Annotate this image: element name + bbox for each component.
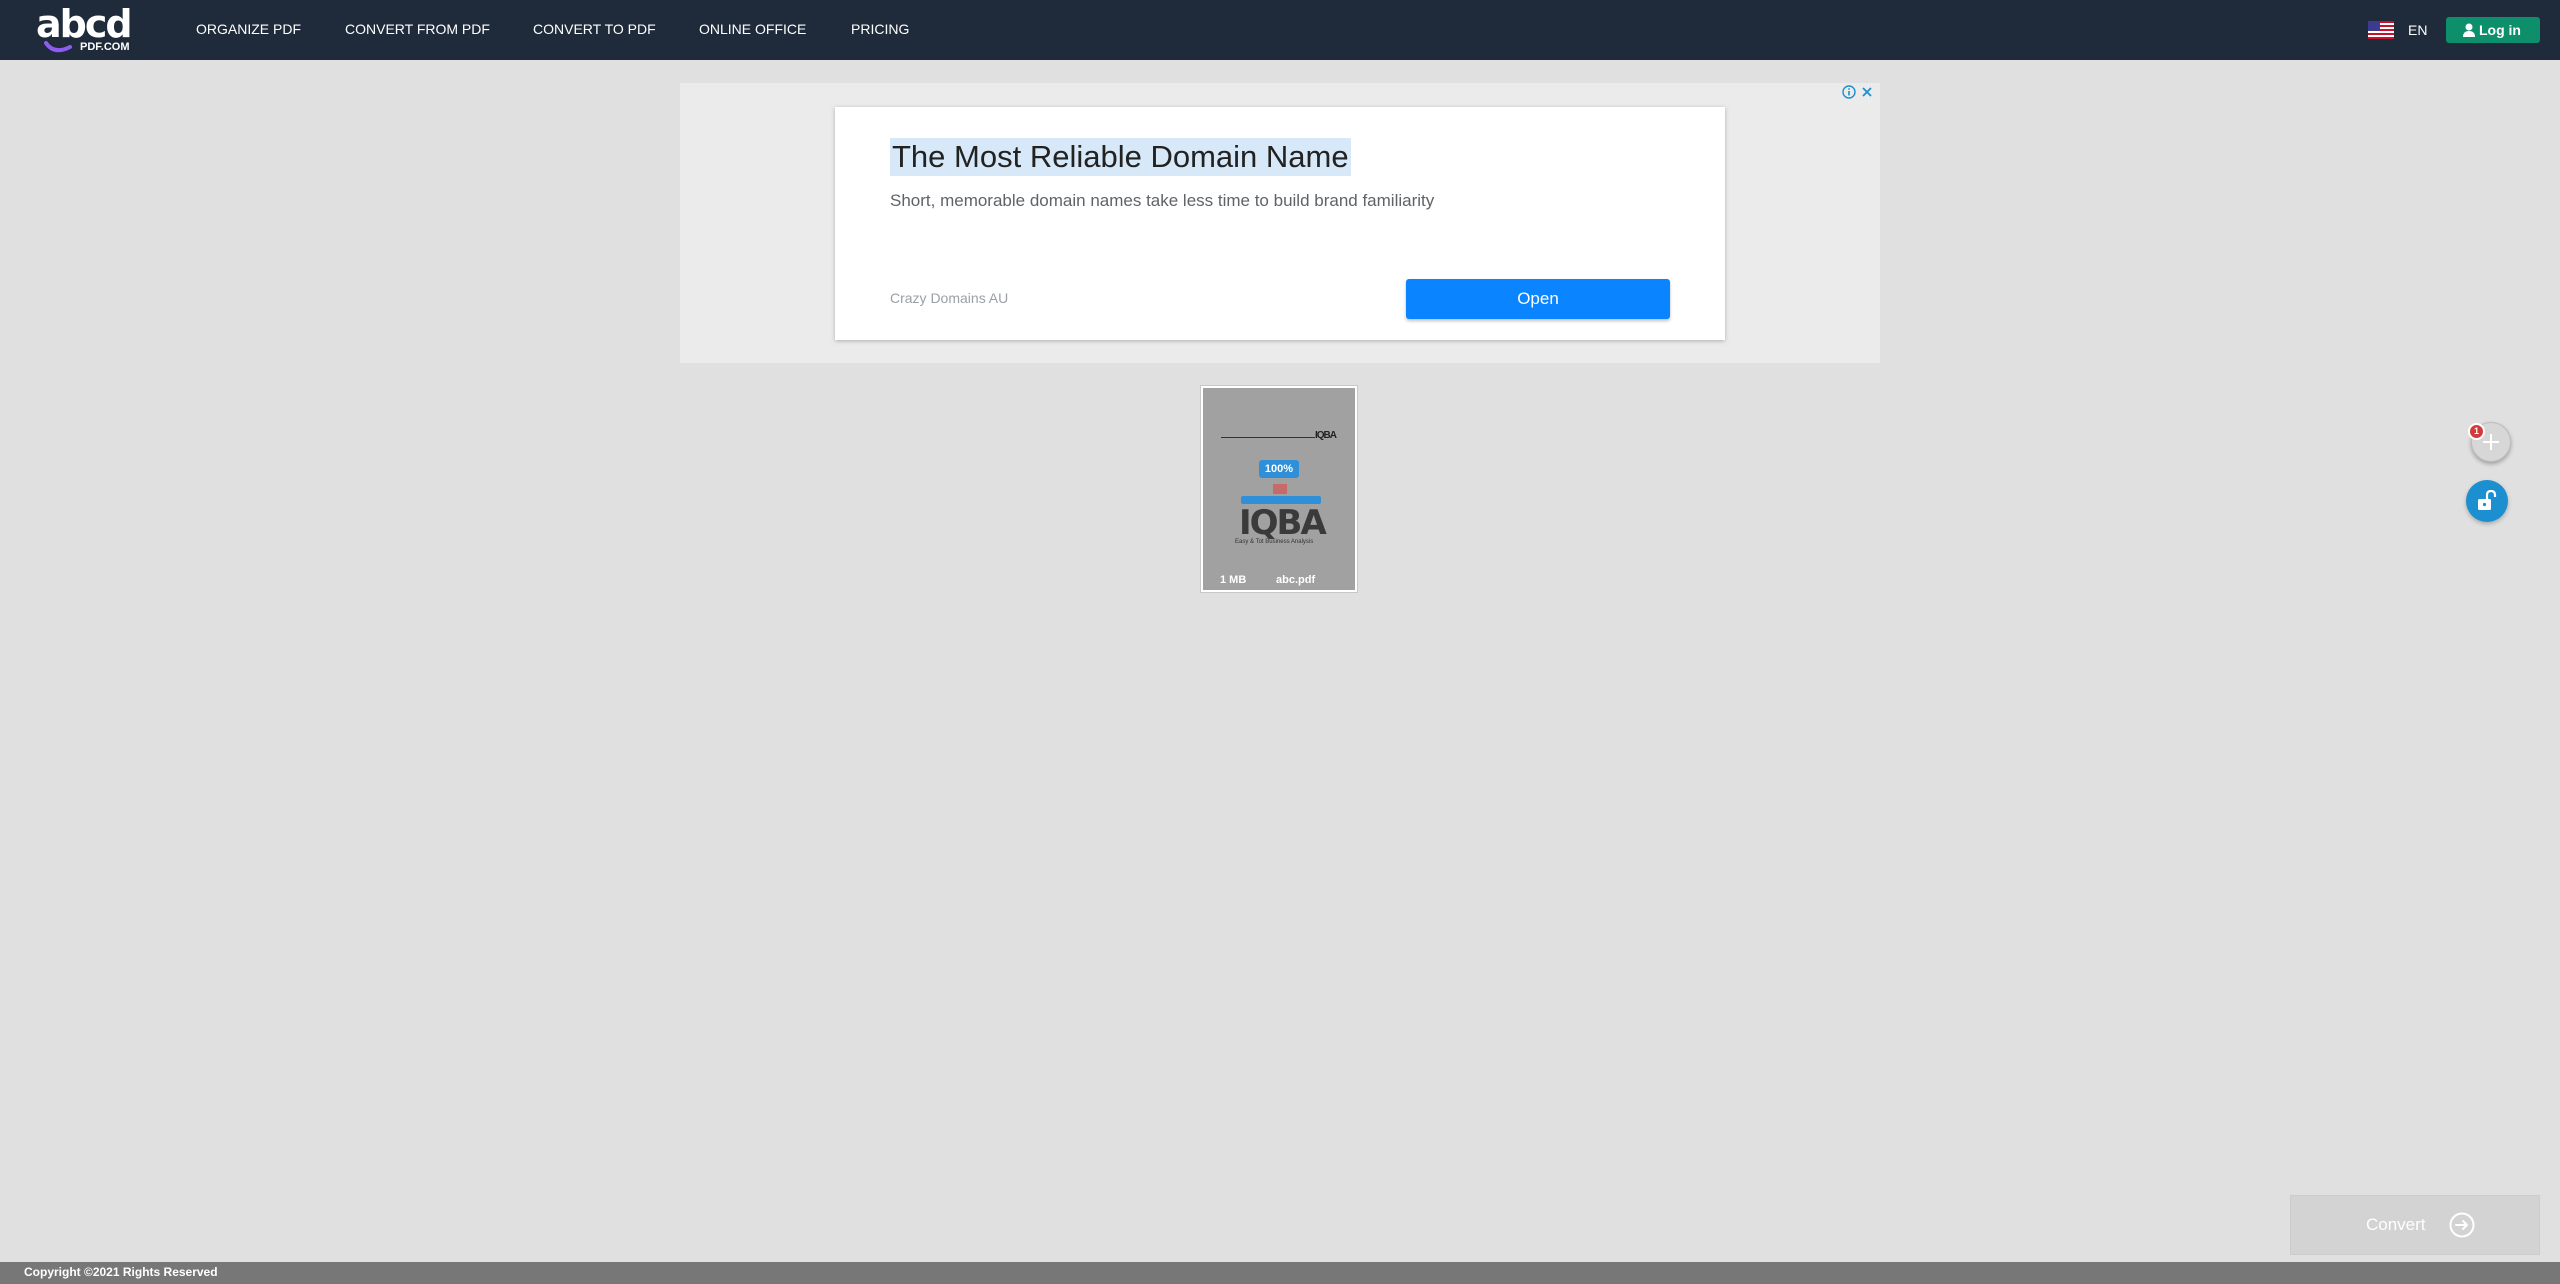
ad-banner: The Most Reliable Domain Name Short, mem… xyxy=(680,83,1880,363)
unlock-button[interactable] xyxy=(2466,480,2508,522)
thumbnail-caption: Easy & Tot Business Analysis xyxy=(1235,539,1314,545)
user-icon xyxy=(2463,23,2475,37)
file-thumbnail: IQBA IQBA Easy & Tot Business Analysis 1… xyxy=(1203,388,1355,590)
copyright-text: Copyright ©2021 Rights Reserved xyxy=(24,1265,218,1279)
ad-open-button[interactable]: Open xyxy=(1406,279,1670,319)
site-logo[interactable]: abcd PDF.COM xyxy=(36,5,136,55)
nav-pricing[interactable]: PRICING xyxy=(851,0,909,60)
convert-label: Convert xyxy=(2366,1215,2426,1234)
nav-organize-pdf[interactable]: ORGANIZE PDF xyxy=(196,0,301,60)
uploaded-file-card[interactable]: IQBA IQBA Easy & Tot Business Analysis 1… xyxy=(1200,385,1358,593)
login-button[interactable]: Log in xyxy=(2446,17,2540,43)
language-label: EN xyxy=(2408,22,2428,38)
unlock-icon xyxy=(2478,490,2497,510)
nav-convert-to-pdf[interactable]: CONVERT TO PDF xyxy=(533,0,656,60)
footer: Copyright ©2021 Rights Reserved xyxy=(0,1262,2560,1284)
logo-text: abcd xyxy=(36,2,133,46)
logo-swoosh-icon xyxy=(44,41,72,53)
convert-button[interactable]: Convert xyxy=(2290,1195,2540,1255)
ad-description: Short, memorable domain names take less … xyxy=(890,191,1435,210)
thumbnail-big-logo: IQBA xyxy=(1239,503,1327,543)
upload-progress-badge: 100% xyxy=(1259,460,1299,478)
ad-title[interactable]: The Most Reliable Domain Name xyxy=(890,138,1351,176)
top-navbar: abcd PDF.COM ORGANIZE PDF CONVERT FROM P… xyxy=(0,0,2560,60)
us-flag-icon xyxy=(2368,21,2394,39)
file-name: abc.pdf xyxy=(1276,574,1316,586)
info-icon[interactable] xyxy=(1842,85,1856,99)
plus-icon-vertical xyxy=(2490,434,2492,450)
thumbnail-rule xyxy=(1221,437,1315,438)
thumbnail-header-logo: IQBA xyxy=(1315,430,1337,441)
thumbnail-red-mark xyxy=(1273,484,1287,494)
close-icon[interactable] xyxy=(1860,85,1874,99)
nav-convert-from-pdf[interactable]: CONVERT FROM PDF xyxy=(345,0,490,60)
arrow-right-circle-icon xyxy=(2449,1212,2475,1238)
file-count-badge: 1 xyxy=(2468,423,2485,440)
login-label: Log in xyxy=(2479,22,2521,38)
logo-subtext: PDF.COM xyxy=(80,41,130,53)
ad-advertiser[interactable]: Crazy Domains AU xyxy=(890,290,1008,306)
nav-online-office[interactable]: ONLINE OFFICE xyxy=(699,0,806,60)
ad-card[interactable]: The Most Reliable Domain Name Short, mem… xyxy=(835,107,1725,340)
file-size: 1 MB xyxy=(1220,574,1247,586)
